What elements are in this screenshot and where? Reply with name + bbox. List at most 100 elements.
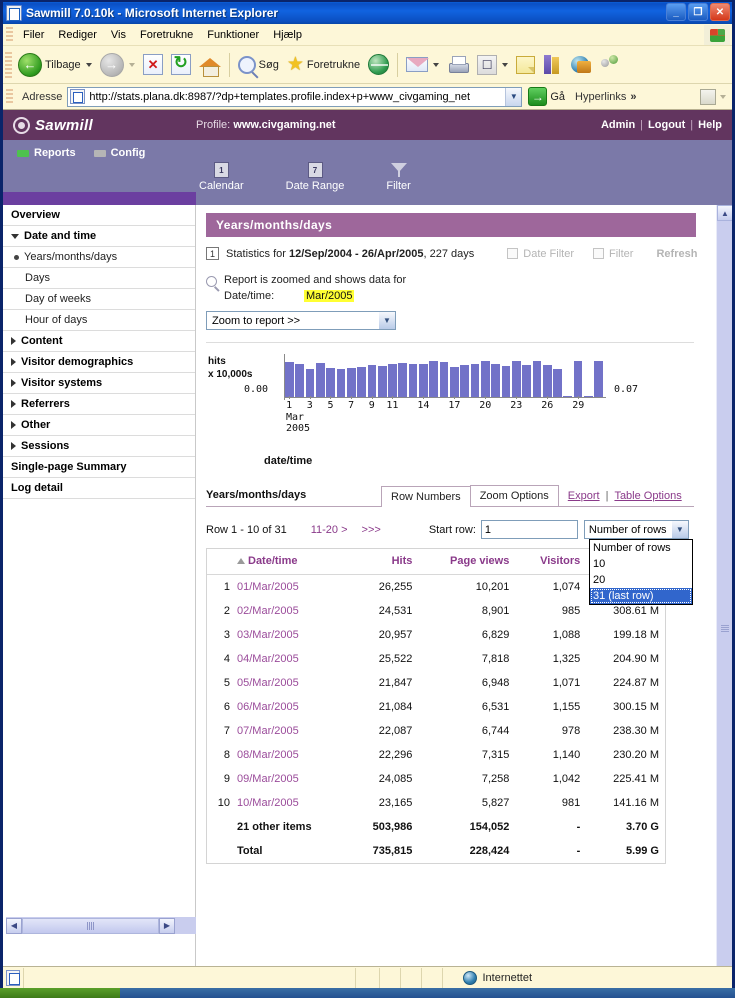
menu-grip[interactable] [6, 27, 13, 43]
start-row-input[interactable]: 1 [481, 520, 578, 539]
hyperlinks-button[interactable]: Hyperlinks » [575, 91, 636, 103]
search-button[interactable]: Søg [234, 48, 283, 82]
chart-bar[interactable] [440, 362, 449, 397]
sidebar-item-sessions[interactable]: Sessions [3, 436, 195, 457]
nav-tab-config[interactable]: Config [94, 147, 146, 159]
date-filter-checkbox-box[interactable] [507, 248, 518, 259]
date-range-button[interactable]: 7 Date Range [286, 162, 345, 192]
sidebar-item-other[interactable]: Other [3, 415, 195, 436]
chart-bar[interactable] [563, 396, 572, 397]
mail-dropdown-icon[interactable] [433, 63, 439, 67]
chart-bar[interactable] [429, 361, 438, 397]
chart-bar[interactable] [306, 369, 315, 397]
chart-bar[interactable] [419, 364, 428, 397]
cell-datetime[interactable]: 06/Mar/2005 [233, 695, 348, 719]
cell-datetime[interactable]: 03/Mar/2005 [233, 623, 348, 647]
cell-datetime[interactable]: 08/Mar/2005 [233, 743, 348, 767]
chart-bar[interactable] [347, 368, 356, 397]
number-of-rows-select[interactable]: Number of rows ▼ [584, 520, 689, 539]
address-dropdown-icon[interactable]: ▼ [505, 88, 521, 106]
dropdown-option-31-last-row[interactable]: 31 (last row) [590, 588, 692, 604]
scrollbar-thumb-grip[interactable] [721, 625, 729, 632]
chart-bar[interactable] [533, 361, 542, 397]
refresh-button[interactable]: Refresh [656, 248, 697, 260]
sidebar-item-visitor-systems[interactable]: Visitor systems [3, 373, 195, 394]
menu-item-hjaelp[interactable]: Hjælp [266, 27, 309, 43]
menu-item-funktioner[interactable]: Funktioner [200, 27, 266, 43]
cell-datetime[interactable]: 09/Mar/2005 [233, 767, 348, 791]
sidebar-item-days[interactable]: Days [3, 268, 195, 289]
stop-button[interactable] [139, 48, 167, 82]
address-input[interactable]: http://stats.plana.dk:8987/?dp+templates… [67, 87, 522, 107]
sidebar-item-content[interactable]: Content [3, 331, 195, 352]
sidebar-item-day-of-weeks[interactable]: Day of weeks [3, 289, 195, 310]
research-button[interactable] [539, 48, 567, 82]
menu-item-rediger[interactable]: Rediger [51, 27, 104, 43]
chart-bar[interactable] [522, 365, 531, 397]
maximize-button[interactable]: ❐ [688, 3, 708, 21]
clipboard-dropdown-icon[interactable] [720, 95, 726, 99]
cell-datetime[interactable]: 07/Mar/2005 [233, 719, 348, 743]
scroll-right-button[interactable]: ▶ [159, 918, 175, 934]
sidebar-item-log-detail[interactable]: Log detail [3, 478, 195, 499]
export-link[interactable]: Export [568, 490, 600, 502]
cell-datetime[interactable]: 02/Mar/2005 [233, 599, 348, 623]
chevron-down-icon[interactable]: ▼ [379, 312, 395, 329]
hyperlinks-chevron-icon[interactable]: » [630, 91, 636, 103]
chevron-down-icon[interactable]: ▼ [672, 521, 688, 538]
zoom-to-report-select[interactable]: Zoom to report >> ▼ [206, 311, 396, 330]
chart-bar[interactable] [574, 361, 583, 397]
history-button[interactable] [364, 48, 393, 82]
chart-bar[interactable] [357, 367, 366, 397]
home-button[interactable] [195, 48, 225, 82]
chart-bar[interactable] [409, 364, 418, 397]
cell-datetime[interactable]: 04/Mar/2005 [233, 647, 348, 671]
sidebar-item-years-months-days[interactable]: Years/months/days [3, 247, 195, 268]
scroll-up-button[interactable]: ▲ [717, 205, 732, 221]
back-dropdown-icon[interactable] [86, 63, 92, 67]
filter-button[interactable]: Filter [386, 162, 410, 192]
admin-link[interactable]: Admin [601, 119, 635, 131]
cell-datetime[interactable]: 05/Mar/2005 [233, 671, 348, 695]
tab-zoom-options[interactable]: Zoom Options [470, 485, 559, 506]
sidebar-item-date-and-time[interactable]: Date and time [3, 226, 195, 247]
help-link[interactable]: Help [698, 119, 722, 131]
sidebar-item-single-page-summary[interactable]: Single-page Summary [3, 457, 195, 478]
menu-item-vis[interactable]: Vis [104, 27, 133, 43]
chart-bar[interactable] [512, 361, 521, 397]
menu-item-filer[interactable]: Filer [16, 27, 51, 43]
column-datetime[interactable]: Date/time [233, 549, 348, 575]
sidebar-item-hour-of-days[interactable]: Hour of days [3, 310, 195, 331]
print-button[interactable] [443, 48, 473, 82]
date-filter-checkbox[interactable]: Date Filter [507, 248, 574, 260]
scroll-left-button[interactable]: ◀ [6, 918, 22, 934]
column-hits[interactable]: Hits [348, 549, 418, 575]
edit-dropdown-icon[interactable] [502, 63, 508, 67]
address-extra-button[interactable] [700, 89, 726, 105]
filter-checkbox[interactable]: Filter [593, 248, 633, 260]
dropdown-option-20[interactable]: 20 [590, 572, 692, 588]
pager-last-page[interactable]: >>> [362, 524, 381, 536]
chart-bar[interactable] [337, 369, 346, 397]
filter-checkbox-box[interactable] [593, 248, 604, 259]
chart-bar[interactable] [285, 362, 294, 397]
go-button[interactable]: → Gå [528, 87, 565, 106]
notes-button[interactable] [512, 48, 539, 82]
cell-datetime[interactable]: 01/Mar/2005 [233, 575, 348, 600]
media-button[interactable] [567, 48, 597, 82]
chart-bar[interactable] [553, 369, 562, 397]
cell-datetime[interactable]: 10/Mar/2005 [233, 791, 348, 815]
chart-bar[interactable] [594, 361, 603, 397]
chart-bar[interactable] [481, 361, 490, 397]
chart-bar[interactable] [491, 364, 500, 397]
hscroll-thumb[interactable] [22, 918, 159, 934]
chart-bar[interactable] [326, 368, 335, 397]
forward-dropdown-icon[interactable] [129, 63, 135, 67]
menu-item-foretrukne[interactable]: Foretrukne [133, 27, 200, 43]
dropdown-option-10[interactable]: 10 [590, 556, 692, 572]
sidebar-item-visitor-demographics[interactable]: Visitor demographics [3, 352, 195, 373]
chart-bar[interactable] [316, 363, 325, 397]
chart-bar[interactable] [450, 367, 459, 397]
chart-bar[interactable] [471, 364, 480, 397]
page-horizontal-scrollbar[interactable]: ◀ ▶ [6, 917, 196, 934]
